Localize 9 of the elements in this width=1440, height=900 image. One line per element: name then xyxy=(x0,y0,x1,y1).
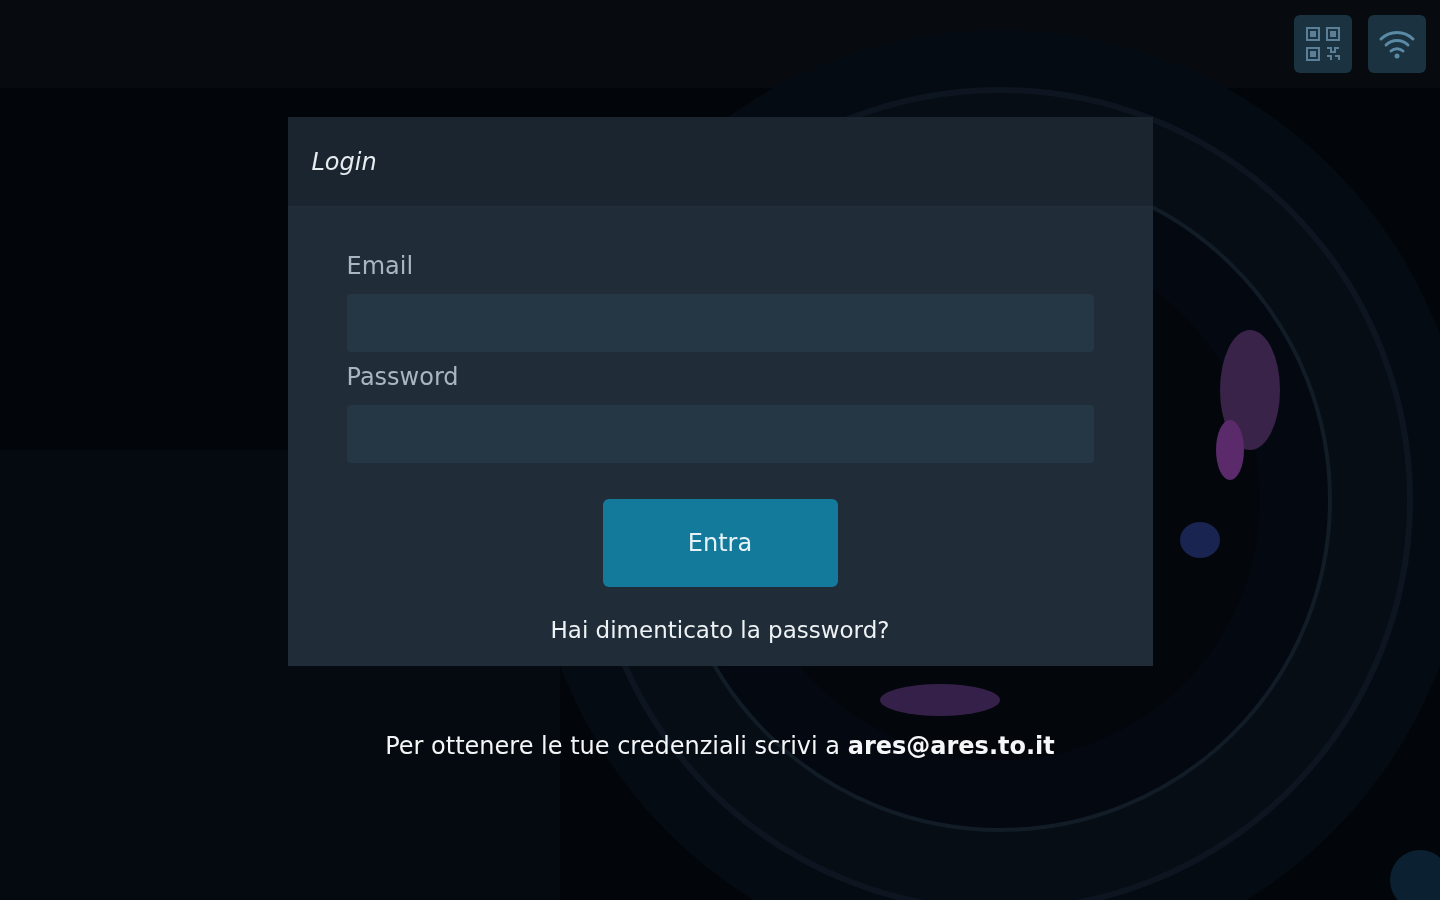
wifi-button[interactable] xyxy=(1368,15,1426,73)
qr-code-button[interactable] xyxy=(1294,15,1352,73)
field-label: Email xyxy=(346,251,415,282)
qr-code-icon xyxy=(1303,24,1343,64)
forgot-password-link[interactable]: Hai dimenticato la password? xyxy=(550,613,890,648)
field-label: Password xyxy=(346,362,460,393)
submit-button[interactable]: Entra xyxy=(602,499,838,587)
credentials-note: Per ottenere le tue credenziali scrivi a ares@ares.to.it xyxy=(385,731,1055,762)
card-title: Login xyxy=(311,146,377,178)
